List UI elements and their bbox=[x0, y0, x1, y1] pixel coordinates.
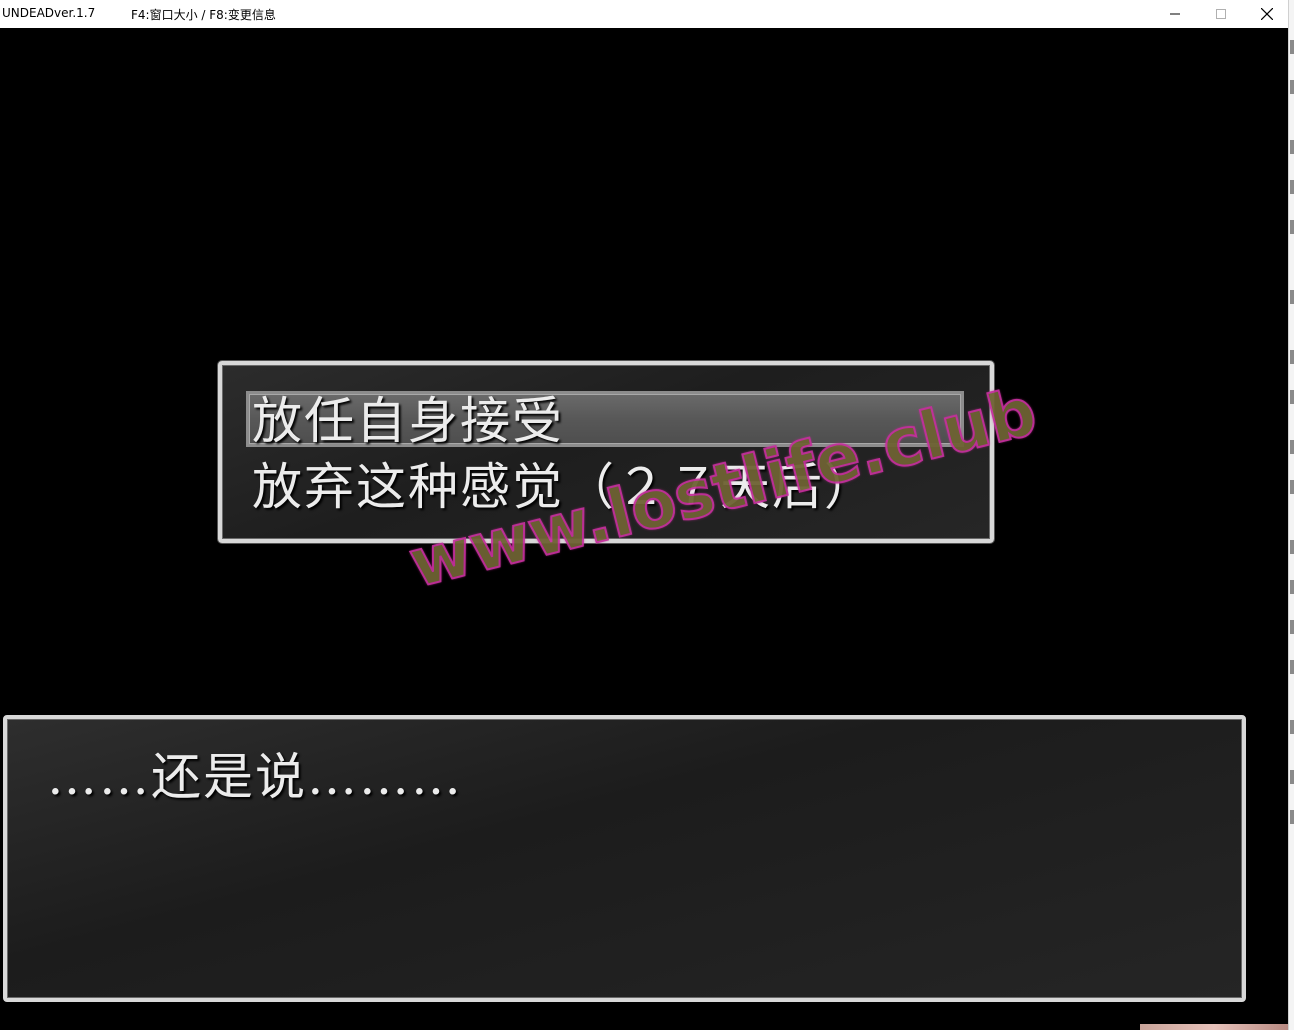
hotkey-info: F4:窗口大小 / F8:变更信息 bbox=[131, 8, 276, 22]
minimize-icon bbox=[1170, 13, 1180, 15]
background-window-edge-bottom bbox=[1140, 1024, 1288, 1030]
close-button[interactable] bbox=[1244, 0, 1290, 28]
choice-accept[interactable]: 放任自身接受 bbox=[252, 393, 564, 449]
message-text: ……还是说……… bbox=[47, 748, 463, 806]
game-screen[interactable]: 放任自身接受 放弃这种感觉（２７天后） www.lostlife.club ……… bbox=[0, 28, 1288, 1030]
maximize-icon bbox=[1216, 9, 1226, 19]
minimize-button[interactable] bbox=[1152, 0, 1198, 28]
maximize-button[interactable] bbox=[1198, 0, 1244, 28]
window-title: UNDEADver.1.7 bbox=[2, 6, 96, 20]
message-window[interactable]: ……还是说……… bbox=[3, 715, 1246, 1002]
title-bar: UNDEADver.1.7 F4:窗口大小 / F8:变更信息 bbox=[0, 0, 1288, 28]
background-window-edge bbox=[1288, 0, 1294, 1030]
close-icon bbox=[1261, 8, 1273, 20]
